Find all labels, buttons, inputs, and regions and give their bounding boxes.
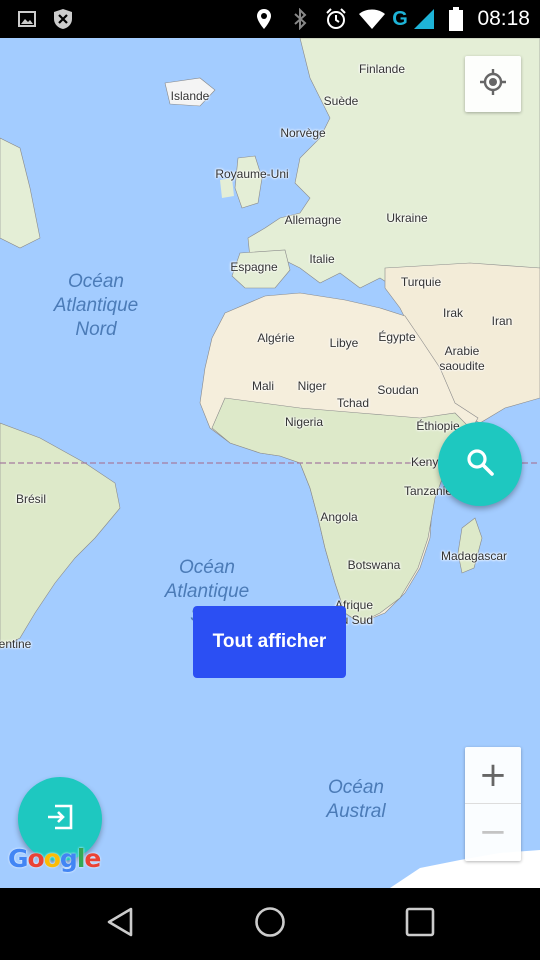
country-label-soudan: Soudan xyxy=(377,383,419,397)
bluetooth-icon xyxy=(288,0,312,38)
battery-icon xyxy=(444,0,468,38)
search-button[interactable] xyxy=(438,422,522,506)
country-label-nigeria: Nigeria xyxy=(284,415,324,429)
google-logo: Google xyxy=(8,844,101,873)
home-button[interactable] xyxy=(225,888,315,960)
google-logo-letter: G xyxy=(8,844,29,873)
country-label-arabie-saoudite: Arabie saoudite xyxy=(439,344,485,373)
ocean-line: Austral xyxy=(326,801,386,822)
signal-icon xyxy=(410,0,438,38)
location-pin-icon xyxy=(252,0,276,38)
country-label-italie: Italie xyxy=(309,252,335,266)
recents-square-icon xyxy=(405,907,435,942)
country-label-islande: Islande xyxy=(170,89,210,103)
home-circle-icon xyxy=(254,906,286,943)
wifi-icon xyxy=(356,0,388,38)
country-label-bresil: Brésil xyxy=(15,492,47,506)
country-label-botswana: Botswana xyxy=(347,558,401,572)
zoom-control: + − xyxy=(465,747,521,861)
recents-button[interactable] xyxy=(375,888,465,960)
back-button[interactable] xyxy=(75,888,165,960)
image-icon xyxy=(14,0,40,38)
show-all-button[interactable]: Tout afficher xyxy=(193,606,346,678)
search-icon xyxy=(465,447,495,482)
country-label-egypte: Égypte xyxy=(378,330,416,344)
country-label-suede: Suède xyxy=(323,94,359,108)
exit-to-app-icon xyxy=(45,802,75,837)
country-label-finlande: Finlande xyxy=(358,62,406,76)
ocean-line: Atlantique xyxy=(164,581,250,602)
country-label-algerie: Algérie xyxy=(257,331,295,345)
my-location-button[interactable] xyxy=(465,56,521,112)
google-logo-letter: e xyxy=(84,844,101,873)
back-triangle-icon xyxy=(106,907,134,942)
ocean-line: Océan xyxy=(68,271,124,292)
country-label-tchad: Tchad xyxy=(336,396,370,410)
shield-icon xyxy=(50,0,76,38)
status-time: 08:18 xyxy=(477,7,530,30)
google-logo-letter: g xyxy=(59,844,78,873)
country-label-royaume-uni: Royaume-Uni xyxy=(215,167,289,181)
ocean-line: Océan xyxy=(328,777,384,798)
country-label-irak: Irak xyxy=(442,306,464,320)
status-bar: G 08:18 xyxy=(0,0,540,38)
country-label-mali: Mali xyxy=(251,379,275,393)
zoom-in-button[interactable]: + xyxy=(465,747,521,804)
alarm-icon xyxy=(322,0,350,38)
crosshair-icon xyxy=(479,68,507,101)
navigation-bar xyxy=(0,888,540,960)
country-label-allemagne: Allemagne xyxy=(284,213,342,227)
zoom-out-button[interactable]: − xyxy=(465,804,521,860)
google-logo-letter: o xyxy=(27,844,45,873)
network-type-label: G xyxy=(392,7,408,30)
google-logo-letter: o xyxy=(43,844,61,873)
ocean-line: Nord xyxy=(75,319,117,340)
ocean-line: Océan xyxy=(179,557,235,578)
ocean-line: Atlantique xyxy=(53,295,139,316)
country-label-norvege: Norvège xyxy=(280,126,326,140)
country-label-ukraine: Ukraine xyxy=(386,211,428,225)
country-label-angola: Angola xyxy=(320,510,358,524)
country-label-espagne: Espagne xyxy=(230,260,278,274)
country-label-libye: Libye xyxy=(329,336,359,350)
country-label-iran: Iran xyxy=(491,314,513,328)
country-label-turquie: Turquie xyxy=(400,275,442,289)
map-view[interactable]: Finlande Islande Suède Norvège Royaume-U… xyxy=(0,38,540,888)
ocean-label-atlantique-nord: Océan Atlantique Nord xyxy=(54,270,139,342)
country-label-madagascar: Madagascar xyxy=(440,549,508,563)
country-label-argentine: entine xyxy=(0,637,32,651)
country-label-niger: Niger xyxy=(297,379,327,393)
ocean-label-austral: Océan Austral xyxy=(326,776,385,824)
